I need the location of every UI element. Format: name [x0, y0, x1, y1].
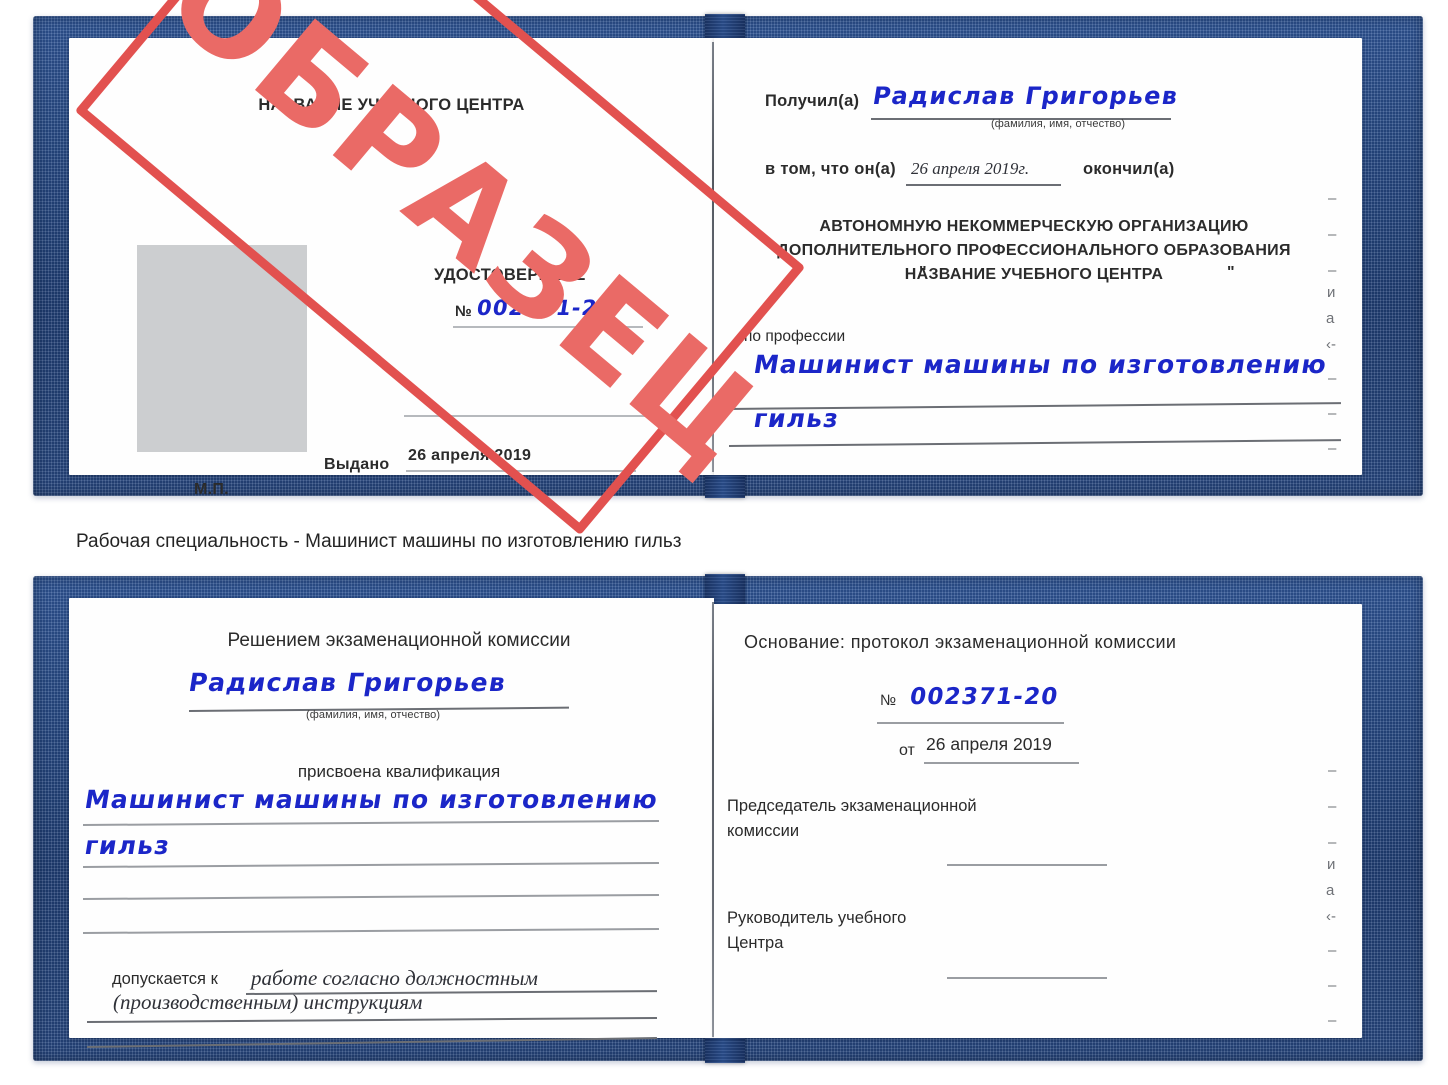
edge-fragment: и	[1327, 284, 1336, 301]
top-right-org-line3: НАЗВАНИЕ УЧЕБНОГО ЦЕНТРА	[904, 266, 1164, 283]
bottom-left-qualification-label: присвоена квалификация	[297, 762, 501, 781]
top-right-date-rule	[906, 184, 1061, 186]
top-right-finished-label: окончил(а)	[1083, 160, 1175, 178]
certificate-top-right-page: Получил(а) Радислав Григорьев (фамилия, …	[714, 38, 1362, 475]
top-left-number-rule	[453, 326, 643, 328]
edge-fragment: –	[1328, 834, 1337, 851]
bottom-right-number-value: 002371-20	[907, 684, 1061, 710]
edge-fragment: –	[1328, 762, 1337, 779]
certificate-bottom-left-page: Решением экзаменационной комиссии Радисл…	[69, 598, 714, 1048]
edge-fragment: –	[1328, 1012, 1337, 1029]
bottom-left-qualification-line1: Машинист машины по изготовлению	[82, 785, 661, 814]
top-right-profession-label: по профессии	[744, 328, 846, 345]
bottom-right-number-label: №	[880, 692, 897, 709]
top-left-doc-type: УДОСТОВЕРЕНИЕ	[434, 266, 586, 284]
bottom-left-decision-title: Решением экзаменационной комиссии	[227, 630, 571, 651]
bottom-right-date-label: от	[899, 742, 915, 759]
edge-fragment: –	[1328, 190, 1337, 207]
bottom-right-head-line1: Руководитель учебного	[727, 909, 907, 927]
bottom-left-rule-3	[82, 893, 659, 900]
bottom-left-admitted-label: допускается к	[112, 970, 218, 988]
top-right-received-name: Радислав Григорьев	[870, 82, 1181, 110]
bottom-left-name-value: Радислав Григорьев	[186, 668, 509, 697]
bottom-left-rule-1	[82, 819, 659, 826]
edge-fragment: а	[1326, 882, 1335, 899]
certificate-bottom: Решением экзаменационной комиссии Радисл…	[33, 574, 1423, 1063]
top-left-issued-label: Выдано	[324, 456, 390, 473]
bottom-right-number-rule	[877, 722, 1064, 724]
bottom-left-qualification-line2: гильз	[82, 831, 173, 860]
edge-fragment: –	[1328, 262, 1337, 279]
edge-fragment: –	[1328, 226, 1337, 243]
edge-fragment: –	[1328, 977, 1337, 994]
photo-placeholder	[137, 245, 307, 452]
bottom-right-chairman-line2: комиссии	[727, 822, 800, 840]
top-left-number-label: №	[455, 303, 473, 320]
edge-fragment: –	[1328, 370, 1337, 387]
bottom-left-admitted-line2: (производственным) инструкциям	[113, 990, 423, 1014]
top-right-org-quote-close: "	[1227, 264, 1235, 281]
screenshot-canvas: НАЗВАНИЕ УЧЕБНОГО ЦЕНТРА УДОСТОВЕРЕНИЕ №…	[0, 0, 1448, 1085]
edge-fragment: ‹-	[1326, 336, 1336, 353]
top-right-profession-rule2	[728, 439, 1341, 447]
edge-fragment: ‹-	[1326, 908, 1336, 925]
certificate-top-left-page: НАЗВАНИЕ УЧЕБНОГО ЦЕНТРА УДОСТОВЕРЕНИЕ №…	[69, 38, 714, 498]
edge-fragment: и	[1327, 856, 1336, 873]
bottom-right-chairman-line1: Председатель экзаменационной	[727, 797, 977, 815]
top-right-that-he-label: в том, что он(а)	[765, 160, 896, 178]
edge-fragment: –	[1328, 405, 1337, 422]
top-right-profession-value-line2: гильз	[751, 404, 842, 433]
edge-fragment: а	[1326, 310, 1335, 327]
bottom-left-rule-4	[82, 927, 659, 934]
bottom-left-name-hint: (фамилия, имя, отчество)	[306, 709, 441, 721]
top-right-org-line1: АВТОНОМНУЮ НЕКОММЕРЧЕСКУЮ ОРГАНИЗАЦИЮ	[819, 218, 1249, 235]
edge-fragment: –	[1328, 798, 1337, 815]
bottom-left-admitted-rule-2	[86, 1017, 657, 1023]
bottom-right-head-line2: Центра	[727, 934, 784, 952]
bottom-right-head-sign-rule	[947, 977, 1107, 979]
top-left-seal-label: М.П.	[194, 481, 229, 498]
certificate-bottom-right-page: Основание: протокол экзаменационной коми…	[714, 604, 1362, 1038]
top-right-org-line2: ДОПОЛНИТЕЛЬНОГО ПРОФЕССИОНАЛЬНОГО ОБРАЗО…	[777, 242, 1291, 259]
bottom-right-chairman-sign-rule	[947, 864, 1107, 866]
bottom-left-rule-2	[82, 861, 659, 868]
bottom-right-basis-label: Основание: протокол экзаменационной коми…	[744, 632, 1177, 652]
top-right-profession-value-line1: Машинист машины по изготовлению	[751, 350, 1330, 379]
edge-fragment: –	[1328, 942, 1337, 959]
caption-text: Рабочая специальность - Машинист машины …	[76, 531, 682, 552]
top-right-name-hint: (фамилия, имя, отчество)	[991, 118, 1126, 130]
top-left-issued-rule	[406, 470, 636, 472]
certificate-top: НАЗВАНИЕ УЧЕБНОГО ЦЕНТРА УДОСТОВЕРЕНИЕ №…	[33, 0, 1423, 536]
top-right-completion-date: 26 апреля 2019г.	[911, 159, 1030, 178]
top-left-number-value: 002371-20	[475, 296, 616, 320]
bottom-right-date-rule	[924, 762, 1079, 764]
top-left-blank-rule	[404, 415, 649, 417]
bottom-left-admitted-line1: работе согласно должностным	[251, 966, 538, 990]
bottom-right-date-value: 26 апреля 2019	[926, 734, 1052, 754]
edge-fragment: –	[1328, 440, 1337, 457]
top-left-issued-date: 26 апреля 2019	[408, 447, 532, 464]
top-right-received-label: Получил(а)	[765, 92, 860, 110]
top-left-org-title: НАЗВАНИЕ УЧЕБНОГО ЦЕНТРА	[258, 96, 525, 114]
